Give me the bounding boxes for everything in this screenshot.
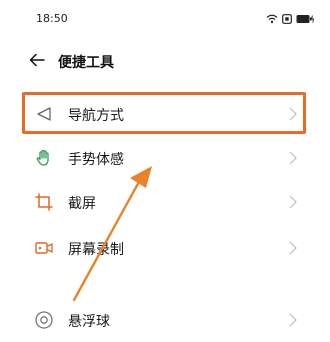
battery-icon	[296, 14, 314, 24]
list-item-gesture[interactable]: 手势体感	[20, 136, 310, 180]
floating-ball-icon	[34, 310, 54, 330]
list-item-screen-record[interactable]: 屏幕录制	[20, 226, 310, 270]
list-item-label: 悬浮球	[68, 314, 110, 330]
list-item-screenshot[interactable]: 截屏	[20, 180, 310, 224]
hand-gesture-icon	[34, 148, 54, 168]
status-bar: 18:50	[0, 0, 330, 40]
nfc-icon	[282, 14, 292, 24]
status-icons	[266, 13, 314, 25]
list-item-label: 屏幕录制	[68, 242, 124, 258]
crop-screenshot-icon	[34, 192, 54, 212]
chevron-right-icon	[288, 150, 298, 166]
highlight-box	[22, 92, 306, 134]
back-button[interactable]	[26, 50, 48, 72]
chevron-right-icon	[288, 194, 298, 210]
arrow-left-icon	[29, 52, 45, 71]
page-title: 便捷工具	[58, 55, 114, 71]
list-item-label: 截屏	[68, 196, 96, 212]
chevron-right-icon	[288, 240, 298, 256]
wifi-icon	[266, 14, 278, 24]
list-item-floating-ball[interactable]: 悬浮球	[20, 298, 310, 342]
chevron-right-icon	[288, 312, 298, 328]
page-header: 便捷工具	[0, 44, 330, 80]
screen-record-icon	[34, 238, 54, 258]
list-item-label: 手势体感	[68, 152, 124, 168]
status-time: 18:50	[36, 12, 68, 25]
